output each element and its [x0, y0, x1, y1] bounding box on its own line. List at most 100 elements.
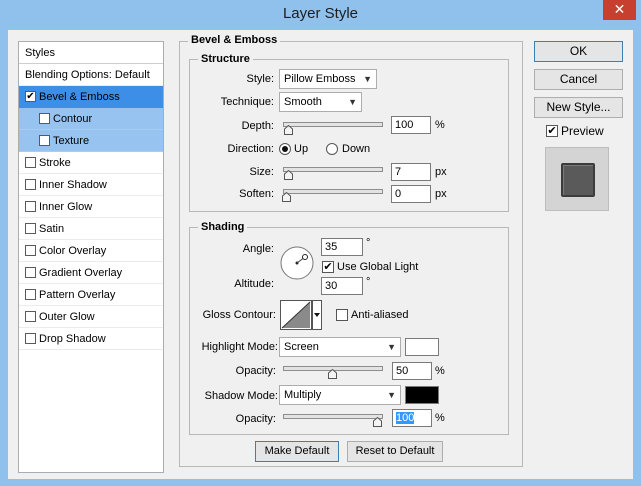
- size-unit: px: [435, 166, 447, 178]
- preview-label[interactable]: Preview: [561, 124, 604, 138]
- style-item-drop-shadow[interactable]: Drop Shadow: [19, 328, 163, 350]
- stroke-checkbox[interactable]: [25, 157, 36, 168]
- style-item-label: Bevel & Emboss: [39, 91, 120, 103]
- shadow-opacity-label: Opacity:: [235, 413, 276, 425]
- texture-checkbox[interactable]: [39, 135, 50, 146]
- soften-slider-thumb[interactable]: [282, 192, 291, 202]
- shadow-opacity-thumb[interactable]: [373, 417, 382, 427]
- chevron-down-icon: ▼: [348, 97, 357, 107]
- style-item-contour[interactable]: Contour: [19, 108, 163, 130]
- direction-up-radio[interactable]: [279, 143, 291, 155]
- slider-thumb-icon: [373, 417, 382, 427]
- style-item-bevel-and-emboss[interactable]: ✔ Bevel & Emboss: [19, 86, 163, 108]
- chevron-down-icon: ▼: [363, 74, 372, 84]
- close-button[interactable]: ✕: [603, 0, 636, 20]
- angle-input[interactable]: 35: [321, 238, 363, 256]
- soften-input[interactable]: 0: [391, 185, 431, 203]
- shading-title: Shading: [198, 221, 248, 233]
- style-item-inner-glow[interactable]: Inner Glow: [19, 196, 163, 218]
- bevel-emboss-group: Bevel & Emboss Structure Style: Pillow E…: [179, 34, 523, 467]
- style-item-label: Texture: [53, 135, 90, 147]
- style-item-stroke[interactable]: Stroke: [19, 152, 163, 174]
- soften-value: 0: [395, 188, 402, 200]
- altitude-input[interactable]: 30: [321, 277, 363, 295]
- use-global-light-label[interactable]: Use Global Light: [337, 261, 418, 273]
- soften-unit: px: [435, 188, 447, 200]
- use-global-light-checkbox[interactable]: ✔: [322, 261, 334, 273]
- technique-label: Technique:: [220, 96, 274, 108]
- style-item-label: Inner Glow: [39, 201, 93, 213]
- shadow-opacity-input[interactable]: 100: [392, 409, 432, 427]
- depth-label: Depth:: [241, 120, 274, 132]
- style-item-inner-shadow[interactable]: Inner Shadow: [19, 174, 163, 196]
- make-default-button[interactable]: Make Default: [255, 441, 339, 462]
- structure-title: Structure: [198, 53, 253, 65]
- soften-label: Soften:: [239, 188, 274, 200]
- anti-aliased-checkbox[interactable]: [336, 309, 348, 321]
- cancel-button[interactable]: Cancel: [534, 69, 623, 90]
- outer-glow-checkbox[interactable]: [25, 311, 36, 322]
- highlight-opacity-input[interactable]: 50: [392, 362, 432, 380]
- depth-value: 100: [395, 119, 414, 131]
- style-label: Style:: [246, 73, 274, 85]
- shadow-opacity-track[interactable]: [283, 414, 383, 419]
- inner-shadow-checkbox[interactable]: [25, 179, 36, 190]
- ok-button[interactable]: OK: [534, 41, 623, 62]
- contour-curve-icon: [280, 300, 322, 330]
- inner-glow-checkbox[interactable]: [25, 201, 36, 212]
- gloss-contour-picker[interactable]: [280, 300, 322, 330]
- pattern-overlay-checkbox[interactable]: [25, 289, 36, 300]
- style-item-color-overlay[interactable]: Color Overlay: [19, 240, 163, 262]
- style-item-texture[interactable]: Texture: [19, 130, 163, 152]
- highlight-mode-dropdown[interactable]: Screen ▼: [279, 337, 401, 357]
- direction-down-label[interactable]: Down: [342, 143, 370, 155]
- size-input[interactable]: 7: [391, 163, 431, 181]
- style-value: Pillow Emboss: [284, 73, 356, 85]
- style-item-label: Pattern Overlay: [39, 289, 116, 301]
- highlight-opacity-thumb[interactable]: [327, 369, 337, 379]
- direction-up-label[interactable]: Up: [294, 143, 308, 155]
- gradient-overlay-checkbox[interactable]: [25, 267, 36, 278]
- size-slider-track[interactable]: [283, 167, 383, 172]
- size-label: Size:: [249, 166, 274, 178]
- blending-options-item[interactable]: Blending Options: Default: [19, 64, 163, 86]
- new-style-button[interactable]: New Style...: [534, 97, 623, 118]
- depth-input[interactable]: 100: [391, 116, 431, 134]
- angle-dial-icon: [280, 246, 314, 280]
- angle-dial[interactable]: [280, 246, 314, 280]
- chevron-down-icon: ▼: [387, 390, 396, 400]
- style-dropdown[interactable]: Pillow Emboss ▼: [279, 69, 377, 89]
- style-item-gradient-overlay[interactable]: Gradient Overlay: [19, 262, 163, 284]
- technique-dropdown[interactable]: Smooth ▼: [279, 92, 362, 112]
- direction-label: Direction:: [227, 143, 274, 155]
- shadow-opacity-unit: %: [435, 412, 445, 424]
- direction-down-radio[interactable]: [326, 143, 338, 155]
- depth-slider-thumb[interactable]: [283, 125, 293, 135]
- shadow-mode-label: Shadow Mode:: [204, 390, 278, 402]
- highlight-mode-value: Screen: [284, 341, 319, 353]
- style-item-satin[interactable]: Satin: [19, 218, 163, 240]
- preview-checkbox[interactable]: ✔: [546, 125, 558, 137]
- depth-slider-track[interactable]: [283, 122, 383, 127]
- altitude-unit: °: [366, 276, 371, 288]
- shadow-mode-dropdown[interactable]: Multiply ▼: [279, 385, 401, 405]
- style-item-pattern-overlay[interactable]: Pattern Overlay: [19, 284, 163, 306]
- style-item-outer-glow[interactable]: Outer Glow: [19, 306, 163, 328]
- slider-thumb-icon: [327, 369, 337, 379]
- anti-aliased-label[interactable]: Anti-aliased: [351, 309, 408, 321]
- size-slider-thumb[interactable]: [283, 170, 293, 180]
- soften-slider-track[interactable]: [283, 189, 383, 194]
- angle-value: 35: [325, 241, 338, 253]
- satin-checkbox[interactable]: [25, 223, 36, 234]
- drop-shadow-checkbox[interactable]: [25, 333, 36, 344]
- radio-dot-icon: [282, 146, 288, 152]
- styles-header[interactable]: Styles: [19, 42, 163, 64]
- reset-to-default-button[interactable]: Reset to Default: [347, 441, 443, 462]
- highlight-mode-label: Highlight Mode:: [201, 341, 278, 353]
- contour-checkbox[interactable]: [39, 113, 50, 124]
- shadow-color-swatch[interactable]: [405, 386, 439, 404]
- bevel-and-emboss-checkbox[interactable]: ✔: [25, 91, 36, 102]
- highlight-color-swatch[interactable]: [405, 338, 439, 356]
- color-overlay-checkbox[interactable]: [25, 245, 36, 256]
- angle-label: Angle:: [242, 243, 274, 255]
